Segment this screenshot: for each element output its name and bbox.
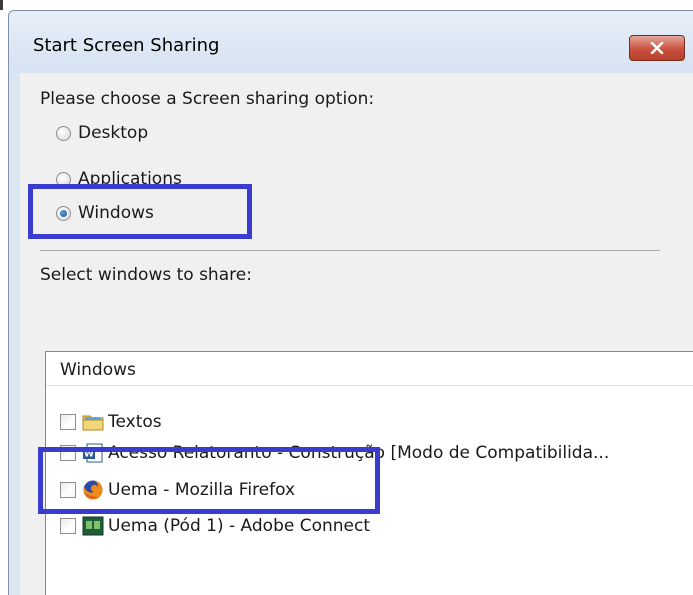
checkbox[interactable] <box>60 482 76 498</box>
select-windows-label: Select windows to share: <box>40 265 252 285</box>
close-button[interactable] <box>629 35 685 61</box>
radio-applications[interactable]: Applications <box>56 165 182 193</box>
radio-button[interactable] <box>56 171 71 187</box>
radio-button[interactable] <box>56 125 71 141</box>
checkbox[interactable] <box>60 414 76 430</box>
list-item-word-document[interactable]: W Acesso Relatoranto - Construção [Modo … <box>60 440 690 466</box>
list-item-adobe-connect[interactable]: Uema (Pód 1) - Adobe Connect <box>60 513 690 539</box>
window-title: Start Screen Sharing <box>33 35 220 56</box>
title-bar[interactable]: Start Screen Sharing <box>9 11 693 73</box>
checkbox[interactable] <box>60 445 76 461</box>
column-header-label: Windows <box>60 360 136 380</box>
folder-icon <box>82 415 104 431</box>
list-item-firefox[interactable]: Uema - Mozilla Firefox <box>60 477 690 503</box>
radio-button-selected[interactable] <box>56 205 71 221</box>
close-icon <box>650 42 664 54</box>
list-item-textos[interactable]: Textos <box>60 409 690 435</box>
word-document-icon: W <box>83 443 103 463</box>
window-list[interactable]: Windows Textos W Acesso Relatoranto - Co… <box>45 351 693 595</box>
background-corner-mark <box>0 0 3 10</box>
list-item-label: Acesso Relatoranto - Construção [Modo de… <box>108 443 610 463</box>
option-prompt: Please choose a Screen sharing option: <box>40 89 375 109</box>
radio-label: Applications <box>78 169 182 189</box>
radio-windows[interactable]: Windows <box>56 199 154 227</box>
adobe-connect-icon <box>82 516 104 536</box>
list-item-label: Uema - Mozilla Firefox <box>108 480 296 500</box>
list-item-label: Uema (Pód 1) - Adobe Connect <box>108 516 371 536</box>
radio-label: Desktop <box>78 123 149 143</box>
checkbox[interactable] <box>60 518 76 534</box>
firefox-icon <box>83 480 103 500</box>
radio-label: Windows <box>78 203 154 223</box>
dialog-body: Please choose a Screen sharing option: D… <box>20 73 693 595</box>
list-column-header[interactable]: Windows <box>46 352 693 386</box>
screen-sharing-dialog: Start Screen Sharing Please choose a Scr… <box>8 10 693 595</box>
svg-text:W: W <box>84 450 94 460</box>
section-divider <box>40 250 660 251</box>
radio-desktop[interactable]: Desktop <box>56 119 148 147</box>
list-item-label: Textos <box>108 412 162 432</box>
